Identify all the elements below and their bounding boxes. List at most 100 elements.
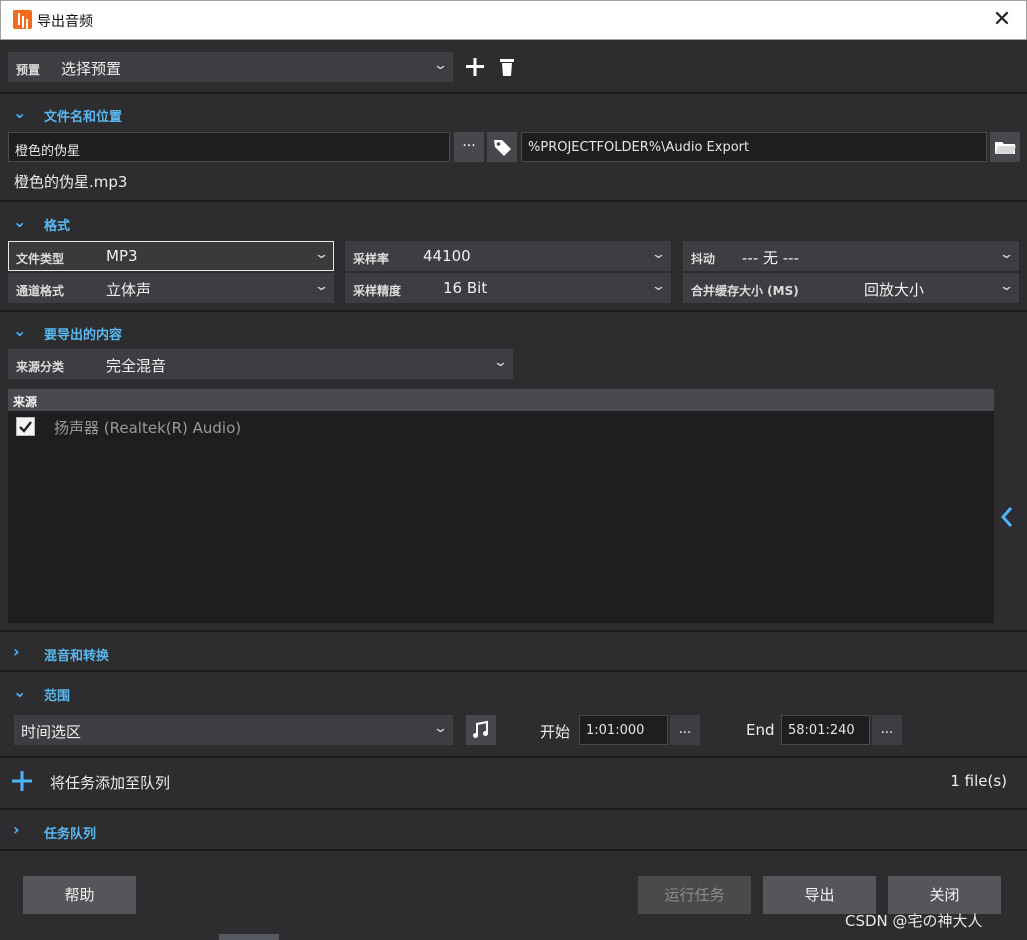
window-title: 导出音频 xyxy=(37,14,93,30)
close-button[interactable]: 关闭 xyxy=(888,876,1001,914)
trash-icon xyxy=(500,59,514,76)
preset-value: 选择预置 xyxy=(61,60,122,78)
buffer-size-value: 回放大小 xyxy=(864,281,925,299)
browse-folder-button[interactable] xyxy=(990,132,1020,162)
chevron-down-icon: ⌄ xyxy=(650,247,667,262)
filename-more-button[interactable]: ··· xyxy=(454,132,484,162)
source-type-value: 完全混音 xyxy=(106,357,167,375)
section-mix-title: 混音和转换 xyxy=(44,649,110,664)
chevron-down-icon: ⌄ xyxy=(313,279,330,294)
add-to-queue-label: 将任务添加至队列 xyxy=(50,774,171,792)
section-content[interactable]: ⌄ 要导出的内容 xyxy=(0,316,1027,346)
chevron-down-icon: ⌄ xyxy=(492,355,509,370)
preset-label: 预置 xyxy=(16,63,41,77)
section-range[interactable]: ⌄ 范围 xyxy=(0,677,1027,707)
filename-input[interactable]: 橙色的伪星 xyxy=(8,132,450,162)
source-list-header-label: 来源 xyxy=(13,395,38,409)
range-end-more-button[interactable]: ... xyxy=(872,715,902,745)
chevron-down-icon: ⌄ xyxy=(998,247,1015,262)
source-checkbox[interactable] xyxy=(16,417,35,436)
source-list-header: 来源 xyxy=(8,389,994,411)
bit-depth-label: 采样精度 xyxy=(353,284,402,298)
dither-select[interactable]: 抖动 --- 无 --- ⌄ xyxy=(683,241,1019,271)
run-task-button[interactable]: 运行任务 xyxy=(638,876,751,914)
delete-preset-button[interactable] xyxy=(496,53,518,81)
plus-icon xyxy=(466,58,484,76)
chevron-down-icon: ⌄ xyxy=(998,279,1015,294)
export-path-input[interactable]: %PROJECTFOLDER%\Audio Export xyxy=(521,132,987,162)
source-item-label: 扬声器 (Realtek(R) Audio) xyxy=(54,419,242,437)
divider xyxy=(0,310,1027,312)
dither-label: 抖动 xyxy=(691,252,716,266)
section-queue[interactable]: › 任务队列 xyxy=(0,815,1027,845)
buffer-size-label: 合并缓存大小 (MS) xyxy=(691,284,799,298)
source-type-select[interactable]: 来源分类 完全混音 ⌄ xyxy=(8,349,513,379)
section-range-title: 范围 xyxy=(44,689,71,704)
channel-format-label: 通道格式 xyxy=(16,284,65,298)
range-end-label: End xyxy=(746,721,775,739)
result-filename: 橙色的伪星.mp3 xyxy=(14,173,128,191)
plus-icon xyxy=(12,771,32,791)
music-note-icon xyxy=(473,720,488,738)
chevron-down-icon: ⌄ xyxy=(432,58,449,73)
app-icon xyxy=(13,10,32,29)
range-mode-select[interactable]: 时间选区 ⌄ xyxy=(14,715,453,745)
chevron-down-icon: ⌄ xyxy=(13,212,27,231)
chevron-left-icon xyxy=(1000,507,1013,527)
section-mix[interactable]: › 混音和转换 xyxy=(0,637,1027,667)
section-queue-title: 任务队列 xyxy=(44,827,97,842)
dither-value: --- 无 --- xyxy=(742,249,800,267)
range-start-input[interactable]: 1:01:000 xyxy=(579,715,668,745)
watermark: CSDN @宅の神大人 xyxy=(845,912,983,930)
source-list: 来源 扬声器 (Realtek(R) Audio) xyxy=(8,389,994,623)
filename-tag-button[interactable] xyxy=(487,132,517,162)
export-button[interactable]: 导出 xyxy=(763,876,876,914)
preset-select[interactable]: 预置 选择预置 ⌄ xyxy=(8,52,453,82)
file-type-label: 文件类型 xyxy=(16,252,65,266)
snap-to-music-button[interactable] xyxy=(466,715,496,745)
divider xyxy=(0,808,1027,810)
chevron-down-icon: ⌄ xyxy=(13,321,27,340)
bottom-scroll-indicator xyxy=(219,934,279,940)
bit-depth-select[interactable]: 采样精度 16 Bit ⌄ xyxy=(345,273,671,303)
checkmark-icon xyxy=(19,421,32,433)
section-content-title: 要导出的内容 xyxy=(44,328,123,343)
file-type-value: MP3 xyxy=(106,247,138,265)
expand-panel-button[interactable] xyxy=(998,503,1016,531)
chevron-right-icon: › xyxy=(13,820,20,839)
section-format-title: 格式 xyxy=(44,219,71,234)
section-filename[interactable]: ⌄ 文件名和位置 xyxy=(0,98,1027,128)
help-button[interactable]: 帮助 xyxy=(23,876,136,914)
queue-file-count: 1 file(s) xyxy=(950,772,1007,790)
divider xyxy=(0,200,1027,202)
add-to-queue-button[interactable]: 将任务添加至队列 xyxy=(0,762,700,802)
chevron-down-icon: ⌄ xyxy=(13,682,27,701)
chevron-down-icon: ⌄ xyxy=(432,721,449,736)
section-format[interactable]: ⌄ 格式 xyxy=(0,207,1027,237)
bit-depth-value: 16 Bit xyxy=(443,279,488,297)
window-close-button[interactable]: ✕ xyxy=(986,5,1018,37)
range-mode-value: 时间选区 xyxy=(21,723,82,741)
add-preset-button[interactable] xyxy=(462,53,488,81)
chevron-down-icon: ⌄ xyxy=(650,279,667,294)
file-type-select[interactable]: 文件类型 MP3 ⌄ xyxy=(8,241,334,271)
window-titlebar: 导出音频 ✕ xyxy=(0,0,1027,40)
range-start-label: 开始 xyxy=(540,723,571,741)
chevron-down-icon: ⌄ xyxy=(313,247,330,262)
sample-rate-value: 44100 xyxy=(423,247,471,265)
divider xyxy=(0,630,1027,632)
divider xyxy=(0,92,1027,94)
sample-rate-select[interactable]: 采样率 44100 ⌄ xyxy=(345,241,671,271)
folder-icon xyxy=(995,142,1016,154)
range-start-more-button[interactable]: ... xyxy=(670,715,700,745)
divider xyxy=(0,670,1027,672)
source-type-label: 来源分类 xyxy=(16,360,65,374)
channel-format-select[interactable]: 通道格式 立体声 ⌄ xyxy=(8,273,334,303)
range-end-input[interactable]: 58:01:240 xyxy=(781,715,870,745)
sample-rate-label: 采样率 xyxy=(353,252,390,266)
tag-icon xyxy=(494,140,511,156)
divider xyxy=(0,756,1027,758)
buffer-size-select[interactable]: 合并缓存大小 (MS) 回放大小 ⌄ xyxy=(683,273,1019,303)
section-filename-title: 文件名和位置 xyxy=(44,110,123,125)
list-item[interactable]: 扬声器 (Realtek(R) Audio) xyxy=(8,413,994,437)
